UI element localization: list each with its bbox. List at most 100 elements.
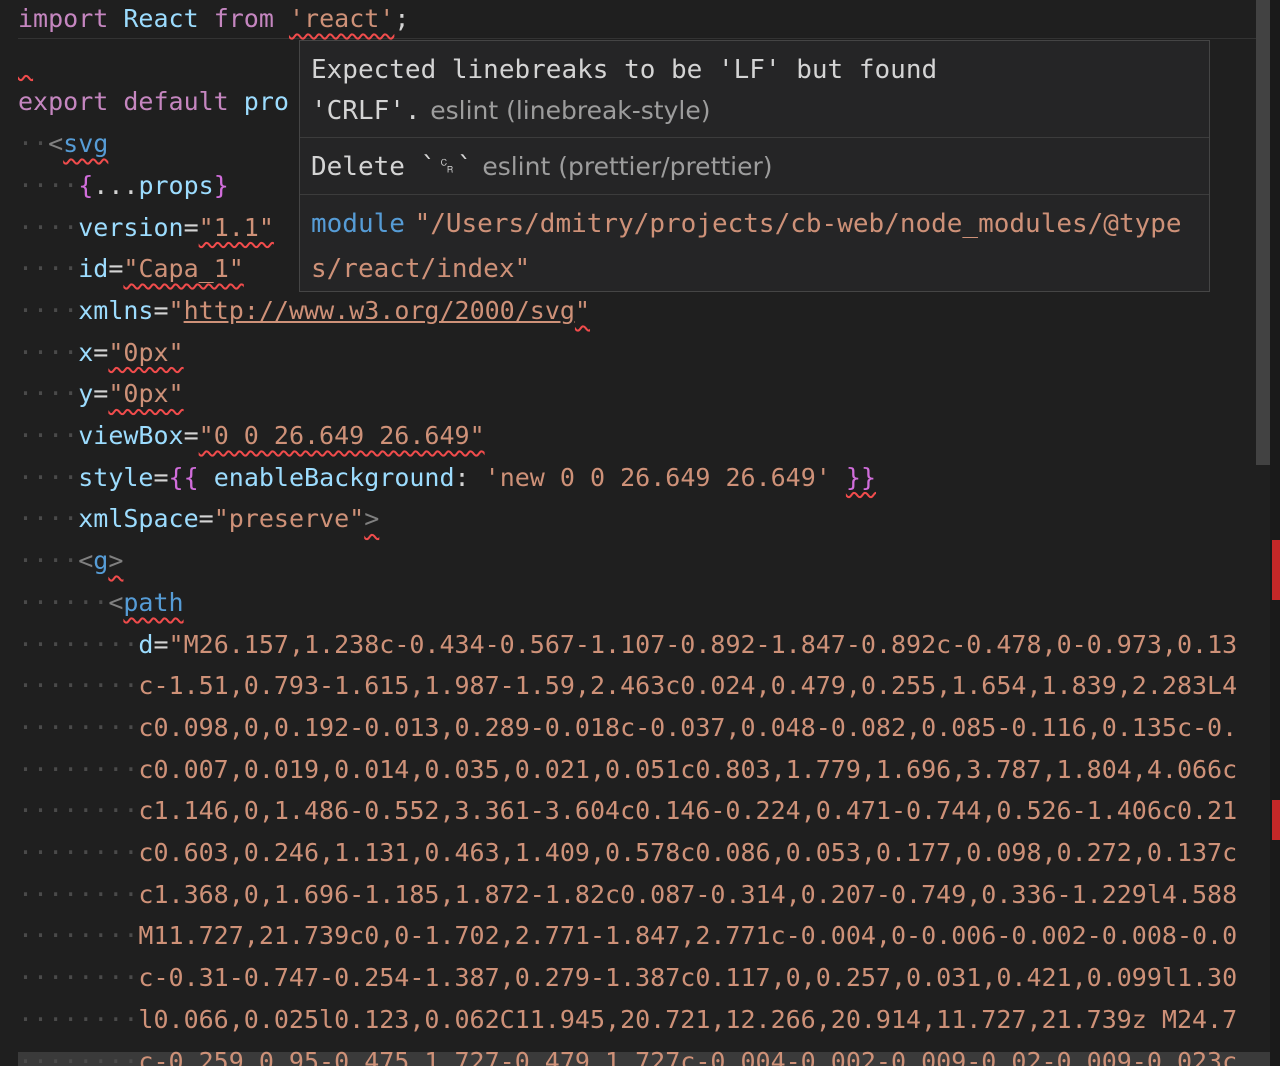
indent-whitespace: ···· [18,254,79,284]
code-token: xmlSpace [78,504,199,534]
hover-divider [300,194,1209,195]
code-token: c0.007,0.019,0.014,0.035,0.021,0.051c0.8… [138,754,1238,784]
code-token: ... [93,170,139,200]
code-line: ····xmlns="http://www.w3.org/2000/svg" [18,290,590,332]
code-line: export default pro [18,81,289,123]
vertical-scrollbar[interactable] [1256,0,1270,465]
indent-whitespace: ···· [18,546,79,576]
indent-whitespace: ···· [18,212,79,242]
code-line: ········c1.146,0,1.486-0.552,3.361-3.604… [18,790,1237,832]
code-token: g [93,546,109,576]
code-token: id [78,254,109,284]
code-token: = [108,254,124,284]
code-token: "0px" [108,379,184,409]
code-line: ····x="0px" [18,332,184,374]
diagnostic-message-line2: 'CRLF'. [311,96,421,126]
diagnostic-message-line1: Expected linebreaks to be 'LF' but found [311,55,938,85]
code-token: viewBox [78,421,184,450]
error-squiggle [18,46,33,75]
code-token: > [108,546,124,576]
overview-error-mark [1272,540,1280,600]
overview-ruler [1270,0,1280,1066]
code-line: ····style={{ enableBackground: 'new 0 0 … [18,457,876,499]
code-token: "Capa_1" [123,254,244,284]
code-line: ········c0.098,0,0.192-0.013,0.289-0.018… [18,707,1237,749]
code-token: = [198,504,214,534]
code-token: < [78,546,94,576]
code-token: default [123,87,229,117]
code-line: ········d="M26.157,1.238c-0.434-0.567-1.… [18,624,1237,666]
code-line: ········c-0.259,0.95-0.475,1.727-0.479,1… [18,1041,1237,1066]
code-token: import [18,4,109,33]
module-path: "/Users/dmitry/projects/cb-web/node_modu… [414,209,1182,239]
code-editor[interactable]: import React from 'react'; export defaul… [0,0,1280,1066]
indent-whitespace: ···· [18,337,79,367]
code-token: "0px" [108,337,184,367]
hover-tooltip: Expected linebreaks to be 'LF' but found… [299,40,1210,292]
code-token: M11.727,21.739c0,0-1.702,2.771-1.847,2.7… [138,921,1238,951]
code-line: ········c-1.51,0.793-1.615,1.987-1.59,2.… [18,665,1237,707]
code-token: = [183,421,199,450]
indent-whitespace: ········ [18,1046,139,1066]
code-line: ········M11.727,21.739c0,0-1.702,2.771-1… [18,915,1237,957]
code-token: = [93,379,109,409]
indent-whitespace: ···· [18,295,79,325]
code-line: ····version="1.1" [18,207,274,249]
code-line: ········c1.368,0,1.696-1.185,1.872-1.82c… [18,874,1237,916]
code-token: " [574,295,591,325]
code-token: xmlns [78,295,154,325]
code-line: ········c0.007,0.019,0.014,0.035,0.021,0… [18,749,1237,791]
code-line: ····xmlSpace="preserve"> [18,498,379,540]
hover-diagnostic-fix: Delete `␍` eslint (prettier/prettier) [300,145,1209,192]
code-token: c0.603,0.246,1.131,0.463,1.409,0.578c0.0… [138,838,1238,867]
code-token: > [364,504,380,534]
code-token: l0.066,0.025l0.123,0.062C11.945,20.721,1… [138,1004,1238,1034]
code-token: } [213,170,229,200]
hover-divider [300,137,1209,138]
code-token: enableBackground [213,462,455,492]
code-token: c-0.259,0.95-0.475,1.727-0.479,1.727c-0.… [138,1046,1238,1066]
indent-whitespace: ········ [18,754,139,784]
hover-type-info: module "/Users/dmitry/projects/cb-web/no… [300,203,1209,290]
indent-whitespace: ········ [18,712,139,742]
indent-whitespace: ········ [18,879,139,909]
code-line: ········c-0.31-0.747-0.254-1.387,0.279-1… [18,957,1237,999]
code-line: ····id="Capa_1" [18,248,244,290]
code-token: y [78,379,94,409]
code-token: < [48,129,64,159]
indent-whitespace: ········ [18,1004,139,1034]
code-token: pro [243,87,289,117]
code-token: svg [63,129,109,159]
code-token: React [123,4,199,33]
code-token: http://www.w3.org/2000/svg [183,295,575,325]
code-token: c1.146,0,1.486-0.552,3.361-3.604c0.146-0… [138,796,1238,826]
code-token: path [123,587,184,617]
code-line: ····<g> [18,540,123,582]
fix-message: Delete `␍` [311,152,473,182]
indent-whitespace: ········ [18,963,139,993]
code-token: { [78,170,94,200]
code-token: = [153,295,169,325]
indent-whitespace: ···· [18,379,79,409]
code-token: ; [394,4,410,33]
code-token: from [213,4,274,33]
code-token: "0 0 26.649 26.649" [198,421,485,450]
indent-whitespace: ········ [18,629,139,659]
diagnostic-source: eslint (linebreak-style) [430,96,711,125]
code-token: export [18,87,109,117]
code-line: ········l0.066,0.025l0.123,0.062C11.945,… [18,999,1237,1041]
code-token: style [78,462,154,492]
code-token: }} [845,462,877,492]
code-token: c-0.31-0.747-0.254-1.387,0.279-1.387c0.1… [138,963,1238,993]
code-line: ····{...props} [18,165,229,207]
code-token: d [138,629,154,659]
code-line: ····viewBox="0 0 26.649 26.649" [18,415,485,457]
module-keyword: module [311,209,405,239]
code-line [18,40,33,82]
indent-whitespace: ········ [18,796,139,826]
indent-whitespace: ···· [18,462,79,492]
